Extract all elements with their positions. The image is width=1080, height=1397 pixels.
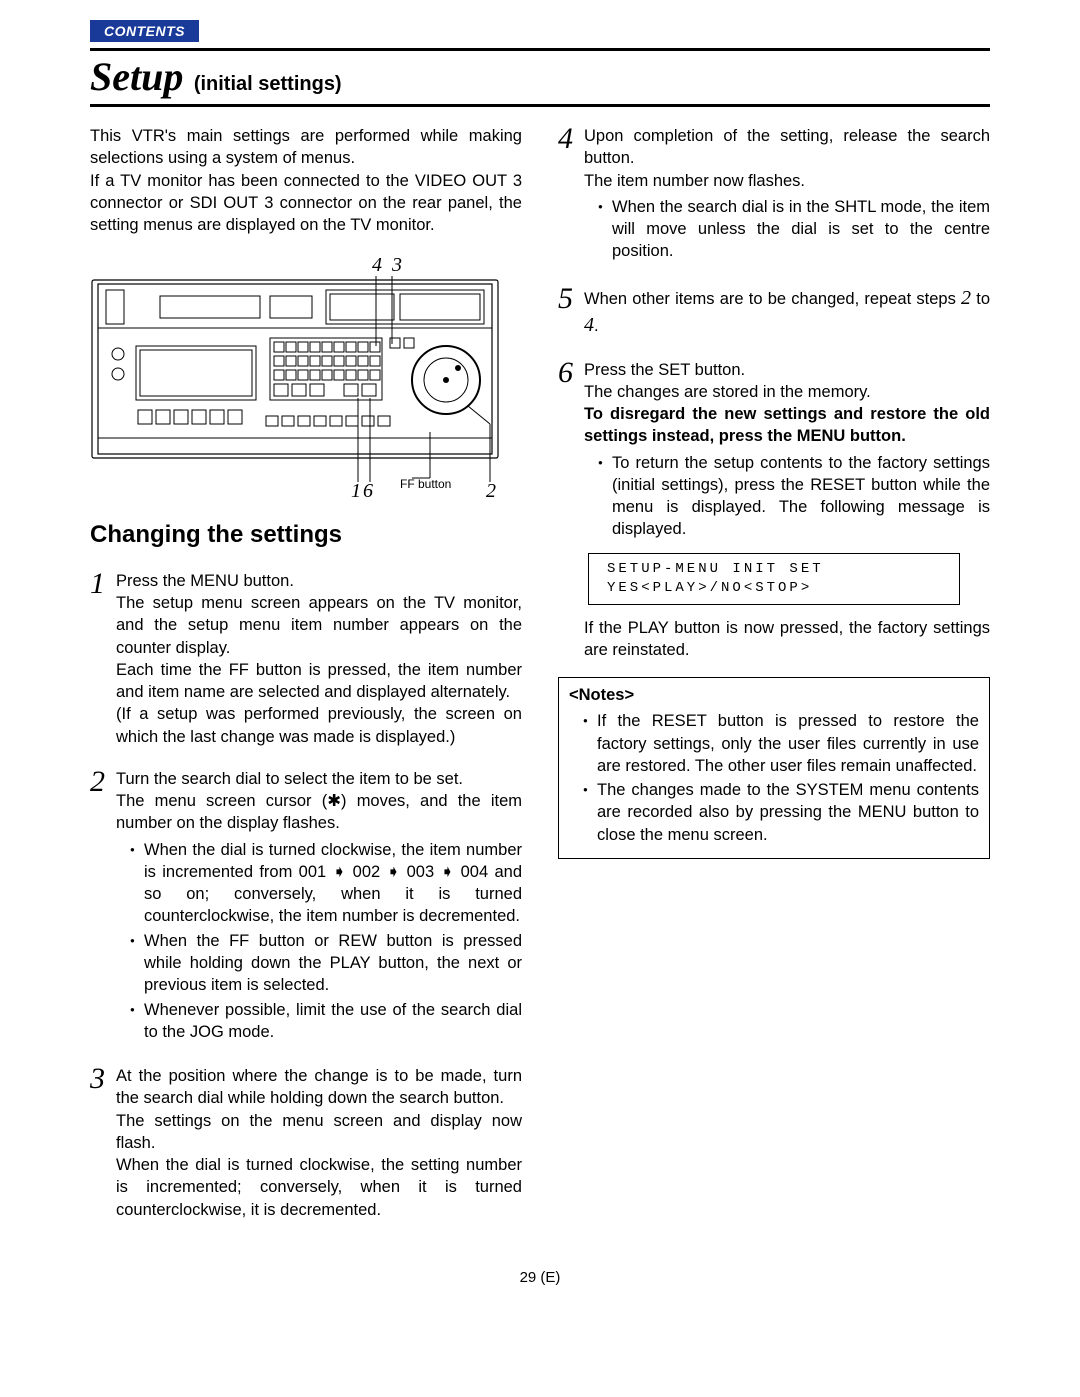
title-subtitle: (initial settings) [194, 73, 342, 95]
callout-3: 3 [392, 252, 402, 279]
page-number: 29 (E) [90, 1269, 990, 1286]
step-num-5: 5 [558, 285, 578, 339]
step-num-2: 2 [90, 768, 110, 1045]
screen-message: SETUP-MENU INIT SET YES<PLAY>/NO<STOP> [588, 553, 960, 605]
contents-tab[interactable]: CONTENTS [90, 20, 199, 42]
notes-item-1: If the RESET button is pressed to restor… [583, 710, 979, 777]
step4-p1: Upon completion of the setting, release … [584, 125, 990, 170]
step6-strong: To disregard the new settings and restor… [584, 403, 990, 448]
step3-p1: At the position where the change is to b… [116, 1065, 522, 1110]
step1-p4: (If a setup was performed previously, th… [116, 703, 522, 748]
step-3: 3 At the position where the change is to… [90, 1065, 522, 1221]
step1-p3: Each time the FF button is pressed, the … [116, 659, 522, 704]
callout-4: 4 [372, 252, 382, 279]
step-num-1: 1 [90, 570, 110, 748]
notes-title: <Notes> [569, 684, 979, 706]
after-screen-text: If the PLAY button is now pressed, the f… [558, 617, 990, 662]
step-2: 2 Turn the search dial to select the ite… [90, 768, 522, 1045]
step2-bullet2: When the FF button or REW button is pres… [130, 930, 522, 997]
step-num-3: 3 [90, 1065, 110, 1221]
step2-bullet1: When the dial is turned clockwise, the i… [130, 839, 522, 928]
step2-p1: Turn the search dial to select the item … [116, 768, 522, 790]
step6-p1: Press the SET button. [584, 359, 990, 381]
notes-box: <Notes> If the RESET button is pressed t… [558, 677, 990, 859]
step1-p2: The setup menu screen appears on the TV … [116, 592, 522, 659]
step-5: 5 When other items are to be changed, re… [558, 285, 990, 339]
step2-p2: The menu screen cursor (✱) moves, and th… [116, 790, 522, 835]
right-column: 4 Upon completion of the setting, releas… [558, 125, 990, 1241]
title-setup: Setup [90, 54, 183, 99]
step5-text-e: . [594, 317, 599, 335]
step3-p3: When the dial is turned clockwise, the s… [116, 1154, 522, 1221]
step-num-6: 6 [558, 359, 578, 543]
step5-ref-4: 4 [584, 314, 594, 336]
step-4: 4 Upon completion of the setting, releas… [558, 125, 990, 265]
subhead-changing: Changing the settings [90, 519, 522, 551]
step5-text-a: When other items are to be changed, repe… [584, 290, 961, 308]
device-figure: 4 3 1 6 2 FF button [90, 256, 500, 501]
step2-bullet3: Whenever possible, limit the use of the … [130, 999, 522, 1044]
intro-text: This VTR's main settings are performed w… [90, 125, 522, 236]
step-6: 6 Press the SET button. The changes are … [558, 359, 990, 543]
step5-ref-2: 2 [961, 287, 971, 309]
step3-p2: The settings on the menu screen and disp… [116, 1110, 522, 1155]
page-title: Setup (initial settings) [90, 48, 990, 107]
step4-p2: The item number now flashes. [584, 170, 990, 192]
screen-line2: YES<PLAY>/NO<STOP> [607, 579, 941, 598]
vtr-illustration [90, 276, 500, 486]
step5-text-c: to [971, 290, 990, 308]
step-num-4: 4 [558, 125, 578, 265]
step4-bullet1: When the search dial is in the SHTL mode… [598, 196, 990, 263]
notes-item-2: The changes made to the SYSTEM menu cont… [583, 779, 979, 846]
step-1: 1 Press the MENU button. The setup menu … [90, 570, 522, 748]
screen-line1: SETUP-MENU INIT SET [607, 560, 941, 579]
step6-p2: The changes are stored in the memory. [584, 381, 990, 403]
left-column: This VTR's main settings are performed w… [90, 125, 522, 1241]
step1-p1: Press the MENU button. [116, 570, 522, 592]
step6-bullet1: To return the setup contents to the fact… [598, 452, 990, 541]
